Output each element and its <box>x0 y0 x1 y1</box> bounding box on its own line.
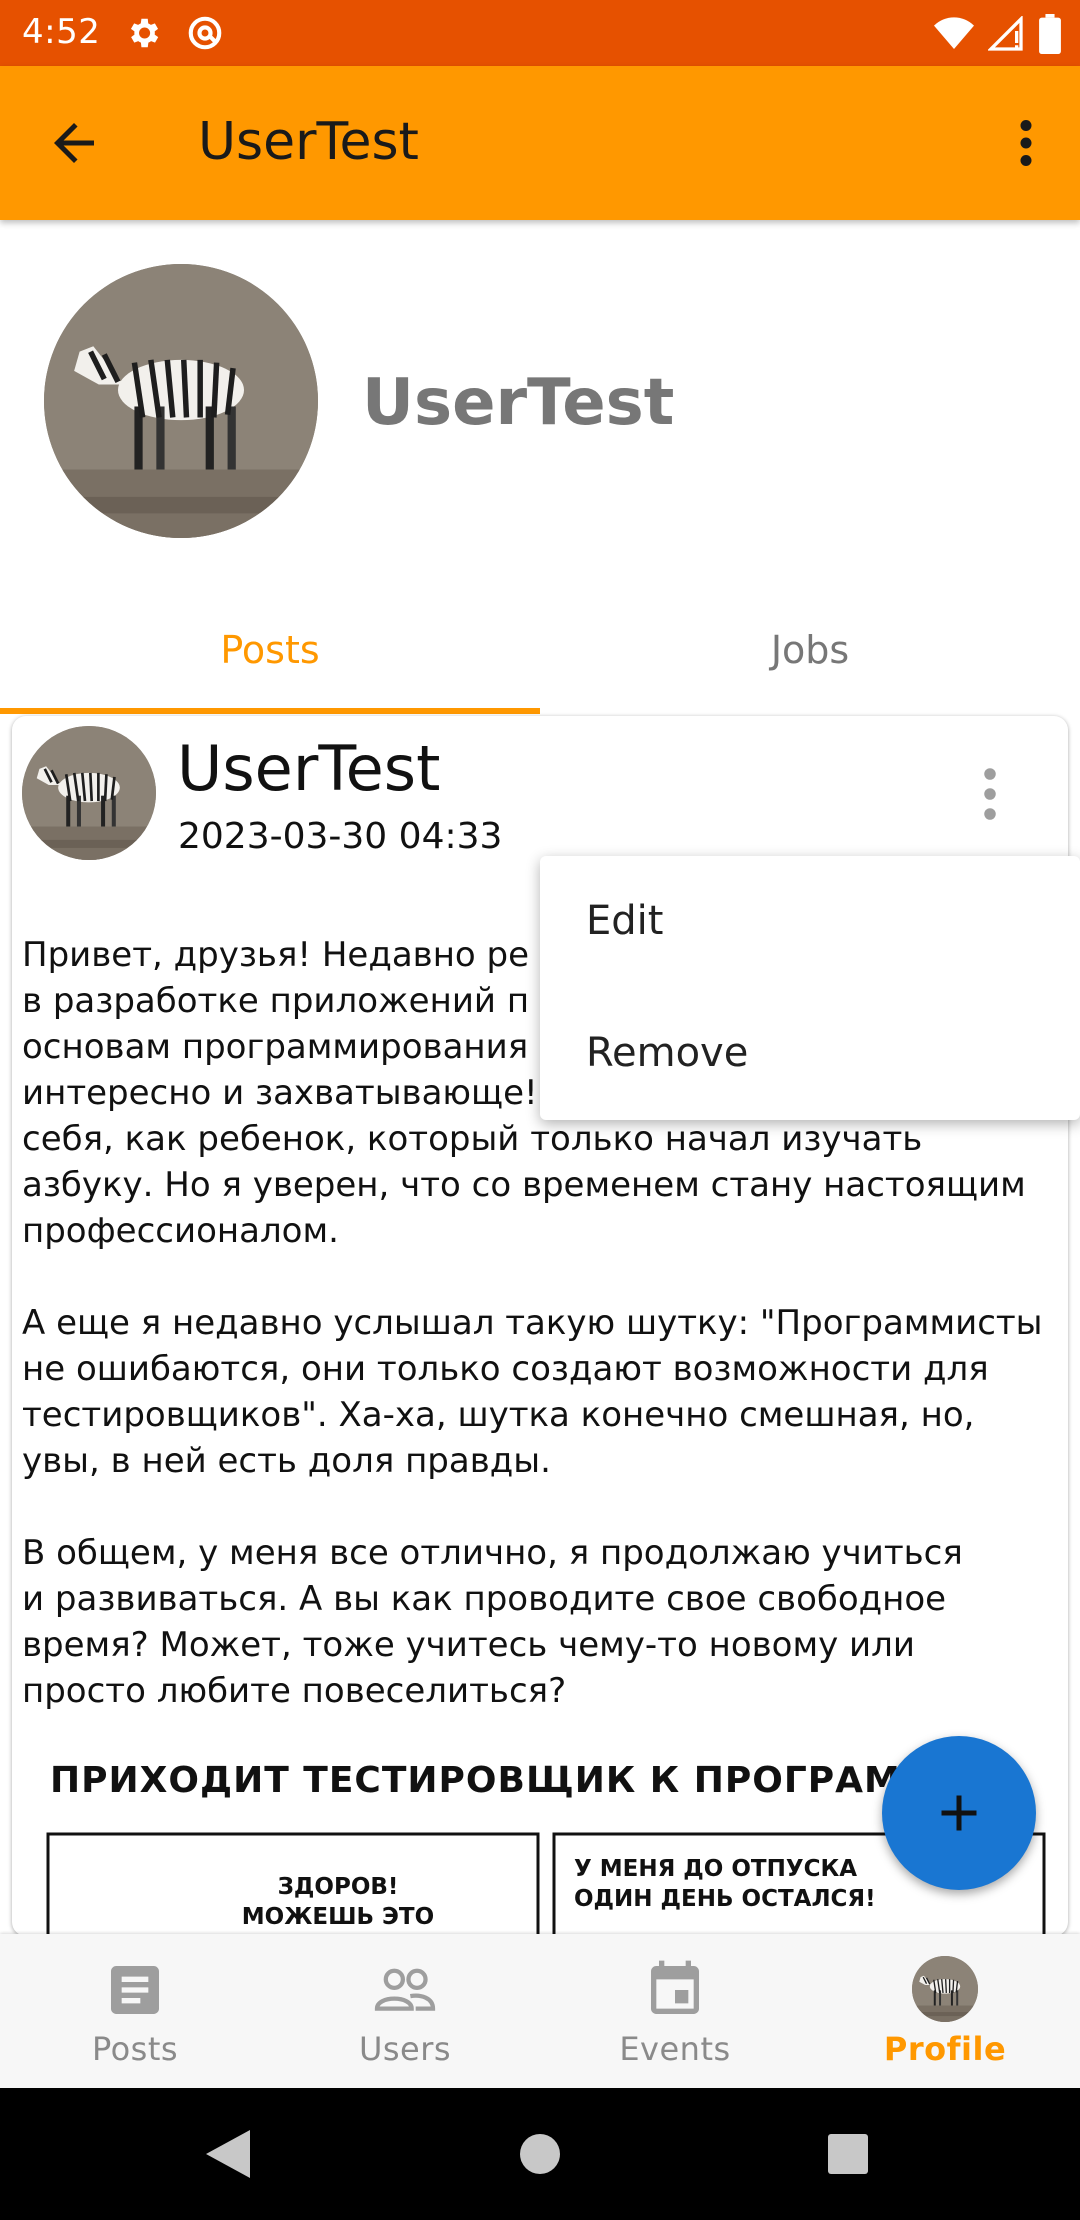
nav-label-profile: Profile <box>883 2030 1007 2068</box>
home-circle-icon[interactable] <box>518 2126 562 2182</box>
nav-item-profile[interactable]: Profile <box>810 1934 1080 2088</box>
wifi-icon <box>934 17 974 49</box>
comic-panel-2-line-2: ОДИН ДЕНЬ ОСТАЛСЯ! <box>574 1886 876 1912</box>
tab-jobs[interactable]: Jobs <box>540 596 1080 716</box>
status-bar: 4:52 <box>0 0 1080 66</box>
comic-title: ПРИХОДИТ ТЕСТИРОВЩИК К ПРОГРАММИ <box>50 1760 969 1801</box>
tab-posts[interactable]: Posts <box>0 596 540 716</box>
people-icon <box>374 1968 436 2011</box>
nav-label-users: Users <box>358 2030 452 2068</box>
back-triangle-icon[interactable] <box>202 2126 254 2182</box>
more-vert-icon[interactable] <box>996 110 1056 176</box>
comic-panel-1-line-1: ЗДОРОВ! <box>278 1874 399 1900</box>
menu-item-edit[interactable]: Edit <box>586 898 663 944</box>
nav-label-events: Events <box>619 2030 731 2068</box>
nav-item-posts[interactable]: Posts <box>0 1934 270 2088</box>
profile-name: UserTest <box>362 366 675 440</box>
profile-avatar-icon <box>912 1956 978 2022</box>
profile-tabs: Posts Jobs <box>0 596 1080 716</box>
event-icon <box>651 1960 699 2014</box>
system-navigation-bar <box>0 2088 1080 2220</box>
tab-posts-label: Posts <box>220 628 320 672</box>
add-post-fab[interactable] <box>882 1736 1036 1890</box>
post-date: 2023-03-30 04:33 <box>178 816 503 857</box>
menu-item-remove[interactable]: Remove <box>586 1030 748 1076</box>
battery-icon <box>1039 14 1061 54</box>
status-time: 4:52 <box>22 12 101 52</box>
app-bar-title: UserTest <box>198 112 419 172</box>
bottom-navigation: Posts Users Events Profile <box>0 1934 1080 2088</box>
arrow-back-icon[interactable] <box>44 113 104 173</box>
settings-icon <box>130 18 159 48</box>
tab-jobs-label: Jobs <box>770 628 850 672</box>
post-more-vert-icon[interactable] <box>972 764 1008 824</box>
nav-item-events[interactable]: Events <box>540 1934 810 2088</box>
app-bar: UserTest <box>0 66 1080 220</box>
signal-icon <box>988 16 1023 51</box>
article-icon <box>111 1966 159 2014</box>
recents-square-icon[interactable] <box>826 2126 870 2182</box>
post-author-avatar <box>22 726 156 860</box>
comic-panel-1-line-2: МОЖЕШЬ ЭТО <box>242 1904 434 1930</box>
post-popup-menu: Edit Remove <box>540 856 1080 1120</box>
post-author: UserTest <box>177 732 441 805</box>
profile-avatar <box>44 264 318 538</box>
nav-item-users[interactable]: Users <box>270 1934 540 2088</box>
at-sign-icon <box>188 16 222 50</box>
comic-panel-2-line-1: У МЕНЯ ДО ОТПУСКА <box>574 1856 857 1882</box>
nav-label-posts: Posts <box>91 2030 179 2068</box>
plus-icon <box>941 1795 977 1831</box>
